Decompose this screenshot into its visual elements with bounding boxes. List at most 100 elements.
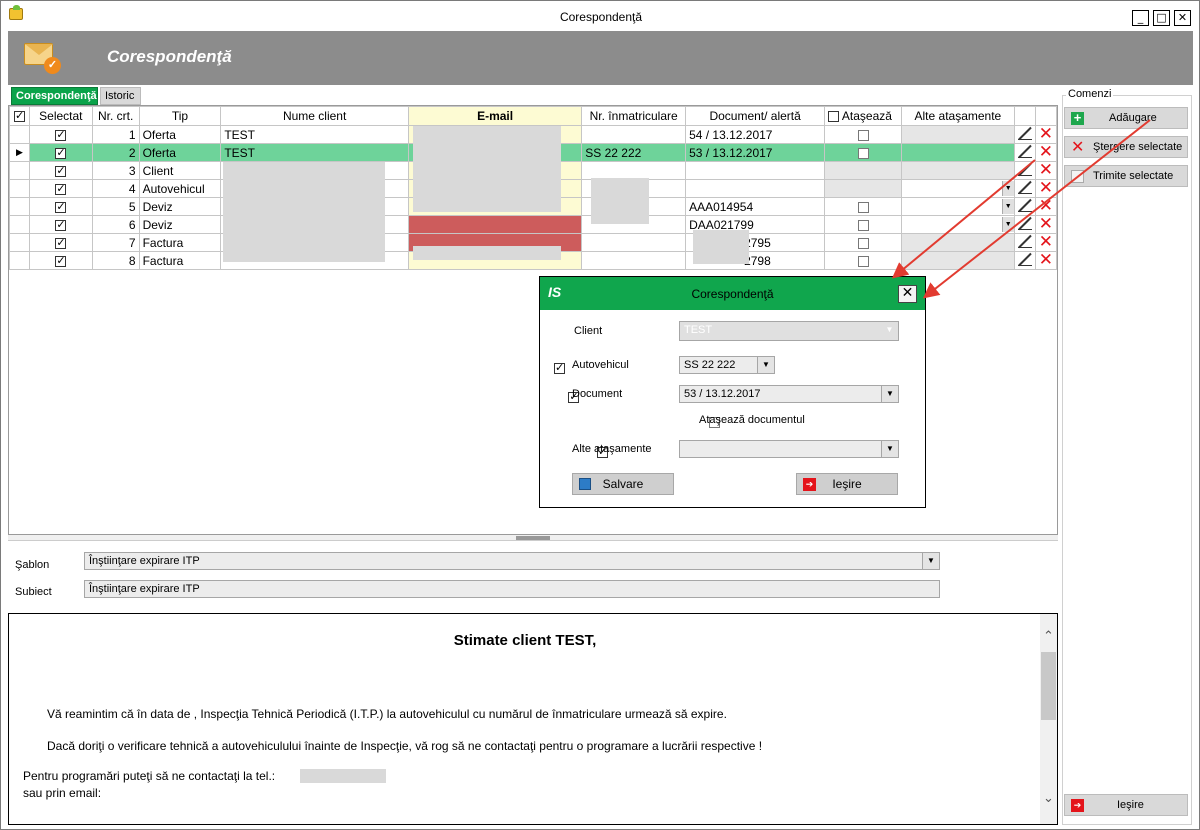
col-header-nume-client[interactable]: Nume client (220, 106, 409, 126)
row-select-cell[interactable] (28, 179, 93, 198)
row-edit-cell[interactable] (1013, 215, 1036, 234)
dialog-document-select[interactable]: 53 / 13.12.2017 ▼ (679, 385, 899, 403)
row-edit-cell[interactable] (1013, 251, 1036, 270)
row-delete-cell[interactable]: ✕ (1034, 179, 1058, 198)
delete-icon[interactable]: ✕ (1039, 163, 1053, 179)
row-select-checkbox[interactable] (55, 146, 67, 159)
row-delete-cell[interactable]: ✕ (1034, 125, 1058, 144)
col-header-ataseaza[interactable]: Ataşează (824, 106, 903, 126)
pencil-icon[interactable] (1017, 217, 1032, 230)
col-header-alte-atasamente[interactable]: Alte ataşamente (901, 106, 1015, 126)
row-delete-cell[interactable]: ✕ (1034, 197, 1058, 216)
row-select-cell[interactable] (28, 251, 93, 270)
maximize-button[interactable]: □ (1153, 10, 1170, 26)
dialog-exit-button[interactable]: ➔ Ieşire (796, 473, 898, 495)
scroll-thumb[interactable] (1041, 652, 1056, 720)
col-header-nr-inmatriculare[interactable]: Nr. înmatriculare (581, 106, 687, 126)
row-select-cell[interactable] (28, 125, 93, 144)
row-other-attachments[interactable] (901, 251, 1015, 270)
col-header-selectat[interactable]: Selectat (28, 106, 93, 126)
dialog-other-select[interactable]: ▼ (679, 440, 899, 458)
delete-icon[interactable]: ✕ (1039, 253, 1053, 269)
col-header-document[interactable]: Document/ alertă (685, 106, 826, 126)
row-select-checkbox[interactable] (55, 236, 67, 249)
panel-splitter[interactable] (8, 535, 1058, 541)
sablon-select[interactable]: Înştiinţare expirare ITP ▼ (84, 552, 940, 570)
pencil-icon[interactable] (1017, 127, 1032, 140)
row-edit-cell[interactable] (1013, 233, 1036, 252)
tab-corespondenta[interactable]: Corespondenţă (11, 87, 98, 105)
col-header-nr-crt[interactable]: Nr. crt. (91, 106, 140, 126)
row-edit-cell[interactable] (1013, 143, 1036, 162)
email-body-editor[interactable]: Stimate client TEST, Vă reamintim că în … (8, 613, 1058, 825)
chevron-down-icon[interactable]: ▼ (922, 553, 939, 569)
scroll-up-icon[interactable]: ⌃ (1040, 628, 1057, 645)
row-delete-cell[interactable]: ✕ (1034, 215, 1058, 234)
chevron-down-icon[interactable]: ▼ (881, 386, 898, 402)
select-all-header[interactable] (9, 106, 30, 126)
row-select-cell[interactable] (28, 143, 93, 162)
row-delete-cell[interactable]: ✕ (1034, 233, 1058, 252)
row-select-checkbox[interactable] (55, 218, 67, 231)
row-attach-checkbox[interactable] (857, 219, 869, 231)
pencil-icon[interactable] (1017, 181, 1032, 194)
chevron-down-icon[interactable]: ▼ (1001, 217, 1014, 232)
pencil-icon[interactable] (1017, 235, 1032, 248)
tab-istoric[interactable]: Istoric (100, 87, 141, 105)
row-attach-cell[interactable] (824, 233, 903, 252)
row-select-checkbox[interactable] (55, 182, 67, 195)
dialog-save-button[interactable]: Salvare (572, 473, 674, 495)
subiect-input[interactable]: Înştiinţare expirare ITP (84, 580, 940, 598)
delete-icon[interactable]: ✕ (1039, 127, 1053, 143)
row-attach-cell[interactable] (824, 143, 903, 162)
delete-icon[interactable]: ✕ (1039, 181, 1053, 197)
row-edit-cell[interactable] (1013, 197, 1036, 216)
row-select-cell[interactable] (28, 215, 93, 234)
pencil-icon[interactable] (1017, 253, 1032, 266)
select-all-checkbox[interactable] (13, 109, 25, 123)
row-delete-cell[interactable]: ✕ (1034, 161, 1058, 180)
row-other-attachments[interactable] (901, 125, 1015, 144)
dialog-auto-checkbox[interactable] (554, 361, 565, 375)
pencil-icon[interactable] (1017, 145, 1032, 158)
row-attach-cell[interactable] (824, 197, 903, 216)
chevron-down-icon[interactable]: ▼ (1001, 181, 1014, 196)
exit-button[interactable]: ➔ Ieşire (1064, 794, 1188, 816)
row-select-cell[interactable] (28, 233, 93, 252)
dialog-close-button[interactable]: ✕ (898, 285, 917, 303)
row-select-cell[interactable] (28, 161, 93, 180)
row-edit-cell[interactable] (1013, 125, 1036, 144)
delete-selected-button[interactable]: ✕ Ştergere selectate (1064, 136, 1188, 158)
delete-icon[interactable]: ✕ (1039, 145, 1053, 161)
add-button[interactable]: + Adăugare (1064, 107, 1188, 129)
row-select-checkbox[interactable] (55, 128, 67, 141)
col-header-email[interactable]: E-mail (407, 106, 583, 126)
row-other-attachments[interactable] (901, 233, 1015, 252)
dialog-auto-select[interactable]: SS 22 222 ▼ (679, 356, 775, 374)
row-select-checkbox[interactable] (55, 164, 67, 177)
row-attach-checkbox[interactable] (857, 237, 869, 249)
row-attach-checkbox[interactable] (857, 147, 869, 159)
scroll-down-icon[interactable]: ⌄ (1040, 790, 1057, 807)
row-attach-checkbox[interactable] (857, 255, 869, 267)
send-selected-button[interactable]: Trimite selectate (1064, 165, 1188, 187)
delete-icon[interactable]: ✕ (1039, 217, 1053, 233)
row-attach-cell[interactable] (824, 125, 903, 144)
row-other-attachments[interactable] (901, 143, 1015, 162)
row-edit-cell[interactable] (1013, 161, 1036, 180)
chevron-down-icon[interactable]: ▼ (881, 441, 898, 457)
delete-icon[interactable]: ✕ (1039, 235, 1053, 251)
row-other-attachments-dropdown[interactable]: ▼ (901, 179, 1015, 198)
email-scrollbar[interactable]: ⌃ ⌄ (1040, 614, 1057, 824)
row-attach-checkbox[interactable] (857, 201, 869, 213)
table-row[interactable]: 6 Deviz DAA021799 ▼ ✕ (9, 215, 1058, 234)
pencil-icon[interactable] (1017, 199, 1032, 212)
pencil-icon[interactable] (1017, 163, 1032, 176)
splitter-grip[interactable] (516, 536, 550, 540)
close-button[interactable]: ✕ (1174, 10, 1191, 26)
col-header-tip[interactable]: Tip (138, 106, 222, 126)
row-other-attachments-dropdown[interactable]: ▼ (901, 197, 1015, 216)
chevron-down-icon[interactable]: ▼ (757, 357, 774, 373)
row-select-checkbox[interactable] (55, 254, 67, 267)
row-select-cell[interactable] (28, 197, 93, 216)
